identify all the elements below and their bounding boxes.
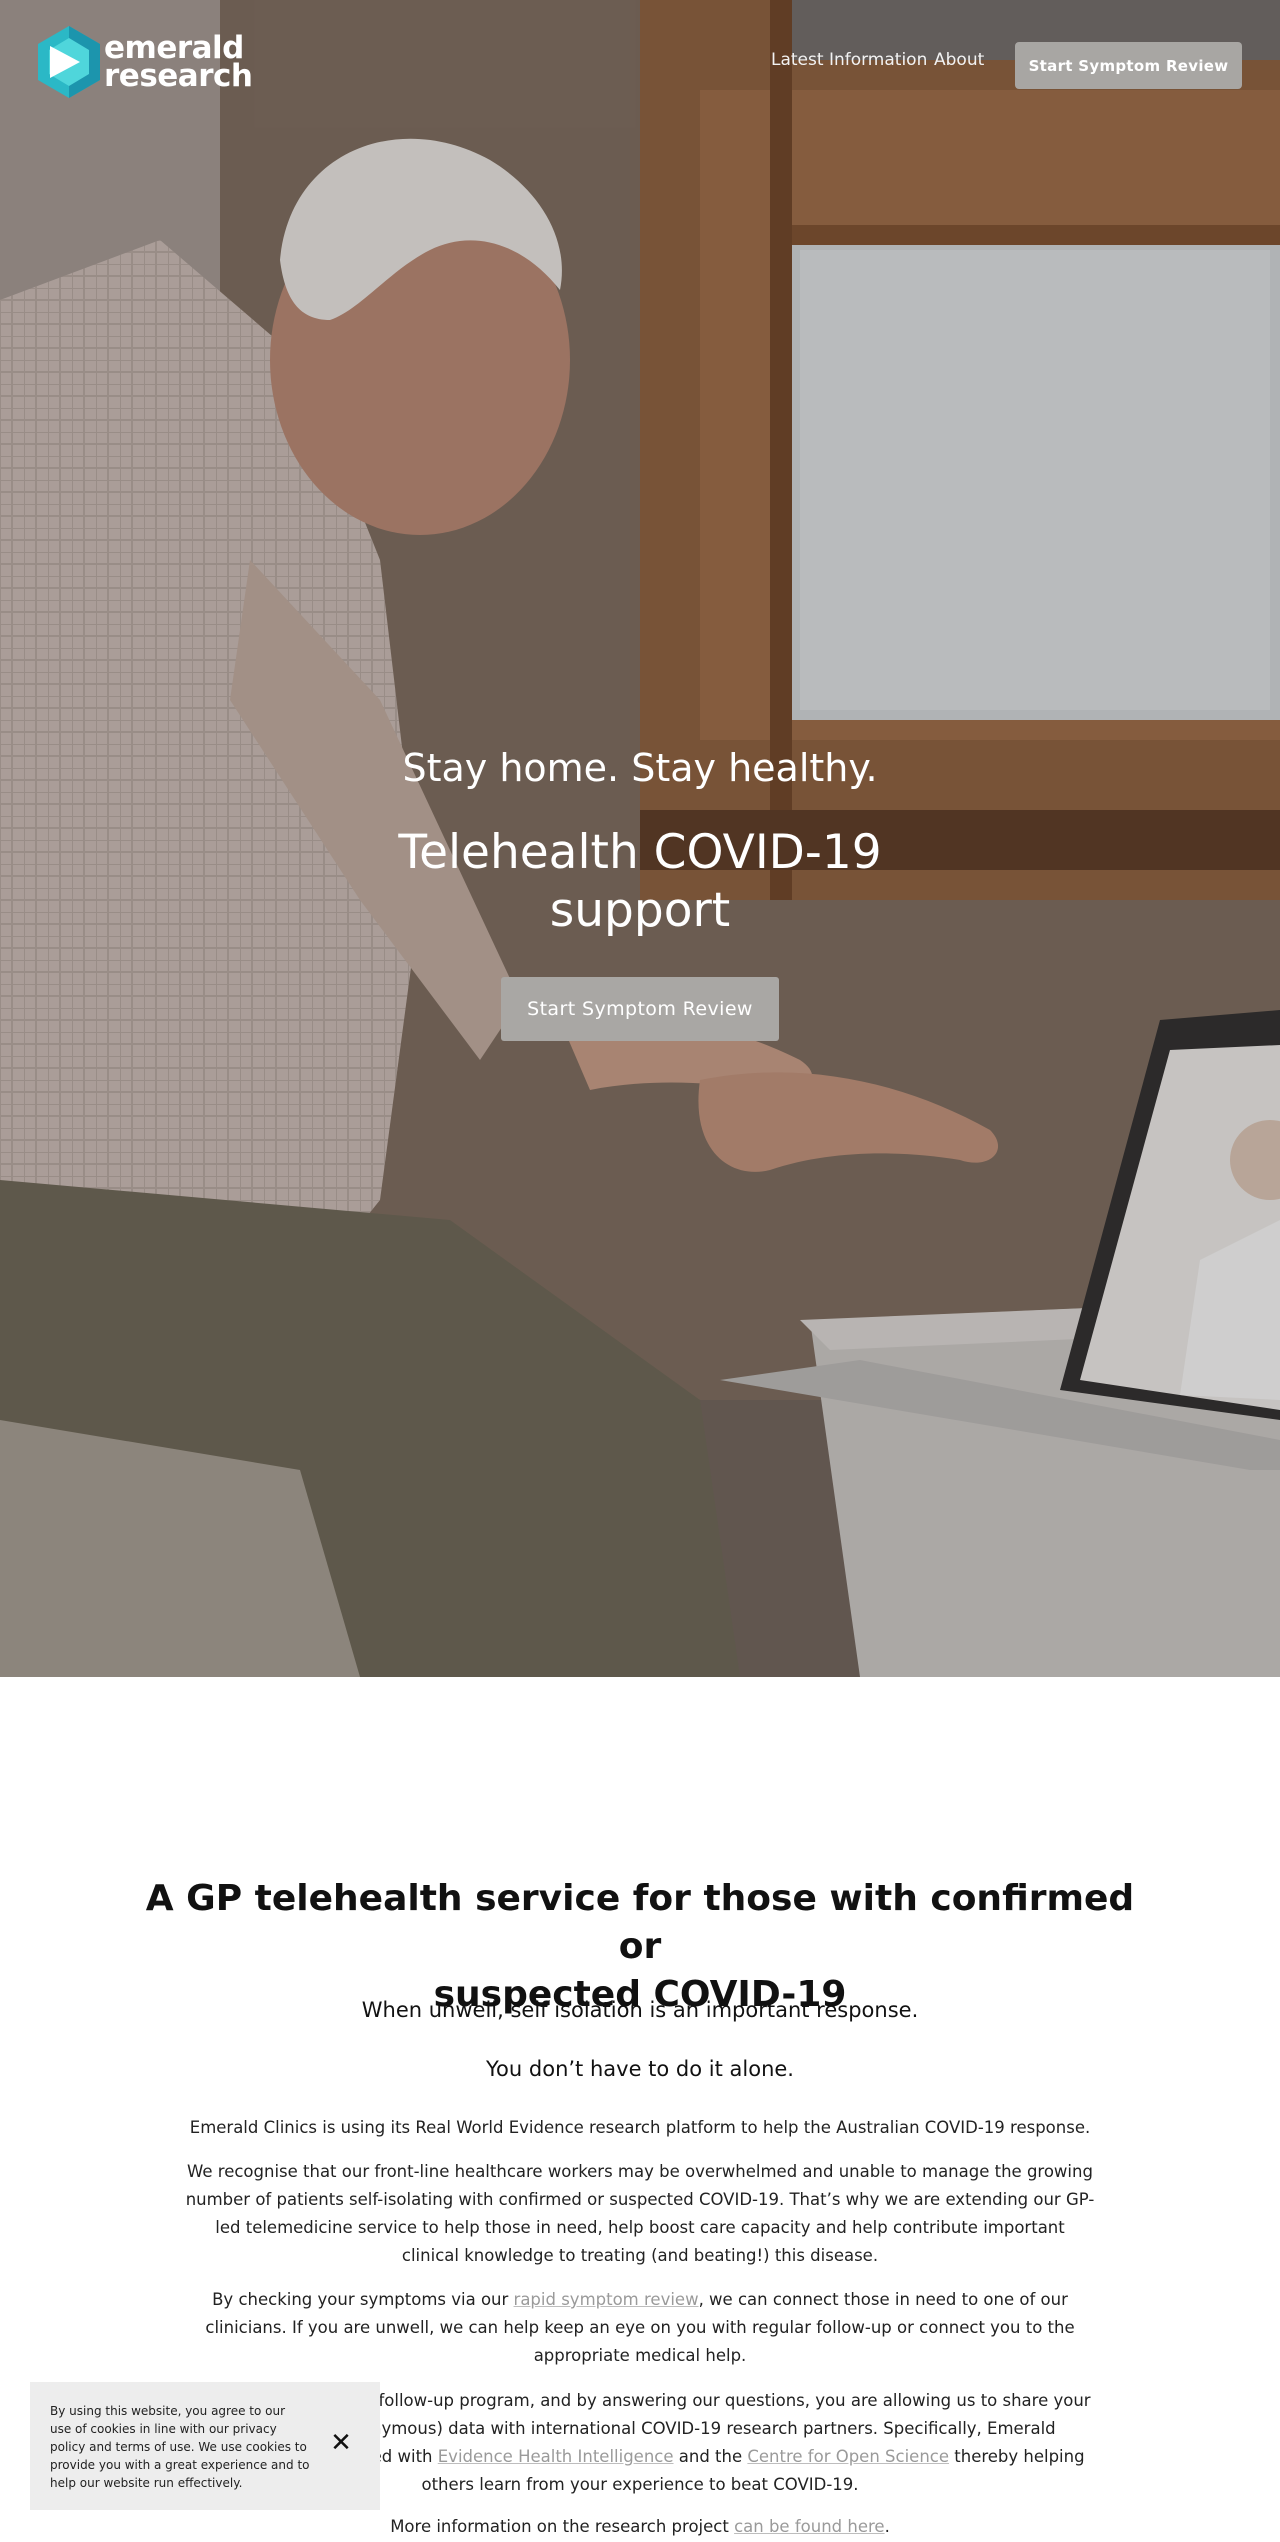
paragraph-front-line-workers: We recognise that our front-line healthc… xyxy=(185,2162,1095,2265)
close-icon[interactable]: ✕ xyxy=(328,2428,354,2458)
hero-title-line-1: Telehealth COVID-19 xyxy=(398,825,882,880)
logo-mark-icon xyxy=(38,26,100,98)
nav-link-about[interactable]: About xyxy=(934,50,984,70)
subhead-not-alone: You don’t have to do it alone. xyxy=(486,2057,794,2081)
site-logo[interactable]: emerald research xyxy=(36,24,253,100)
subhead-self-isolation: When unwell, self isolation is an import… xyxy=(361,1998,919,2022)
p5-text-before: More information on the research project xyxy=(390,2517,735,2536)
header-start-symptom-review-button[interactable]: Start Symptom Review xyxy=(1015,42,1242,89)
nav-link-latest-information[interactable]: Latest Information xyxy=(771,50,927,70)
logo-word-2: research xyxy=(104,58,253,94)
hero-section: emerald research Latest Information Abou… xyxy=(0,0,1280,1677)
cookie-banner: By using this website, you agree to our … xyxy=(30,2382,380,2510)
paragraph-emerald-clinics: Emerald Clinics is using its Real World … xyxy=(189,2118,1091,2137)
centre-for-open-science-link[interactable]: Centre for Open Science xyxy=(747,2447,949,2466)
paragraph-symptom-check: By checking your symptoms via our rapid … xyxy=(185,2286,1095,2370)
intro-title-line-1: A GP telehealth service for those with c… xyxy=(145,1878,1135,1967)
research-project-link[interactable]: can be found here xyxy=(734,2517,884,2536)
p3-text-before: By checking your symptoms via our xyxy=(212,2290,514,2309)
paragraph-more-info: More information on the research project… xyxy=(185,2513,1095,2541)
evidence-health-intelligence-link[interactable]: Evidence Health Intelligence xyxy=(438,2447,674,2466)
logo-wordmark: emerald research xyxy=(104,33,253,94)
p5-text-after: . xyxy=(884,2517,890,2536)
site-header: emerald research Latest Information Abou… xyxy=(0,0,1280,128)
hero-title-line-2: support xyxy=(549,883,731,938)
cookie-banner-text: By using this website, you agree to our … xyxy=(50,2404,310,2490)
p4-text-mid: and the xyxy=(673,2447,748,2466)
rapid-symptom-review-link[interactable]: rapid symptom review xyxy=(514,2290,699,2309)
hero-title: Telehealth COVID-19 support xyxy=(0,824,1280,940)
hero-subtitle: Stay home. Stay healthy. xyxy=(402,746,878,790)
hero-start-symptom-review-button[interactable]: Start Symptom Review xyxy=(501,977,779,1041)
